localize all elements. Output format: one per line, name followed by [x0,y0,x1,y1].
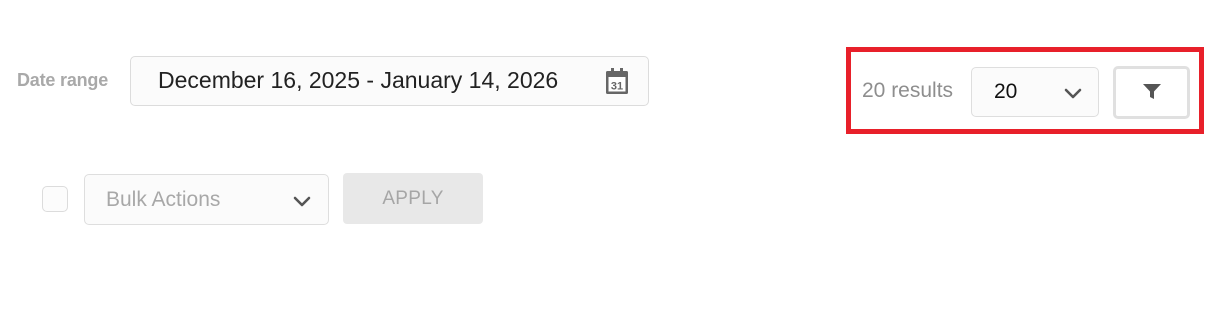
per-page-select[interactable]: 20 [971,67,1099,117]
per-page-value: 20 [994,80,1018,103]
date-range-picker[interactable]: December 16, 2025 - January 14, 2026 31 [130,56,649,106]
select-all-checkbox[interactable] [42,186,68,212]
date-range-label: Date range [17,70,109,90]
calendar-icon: 31 [606,68,628,94]
chevron-down-icon [1064,88,1082,99]
bulk-actions-placeholder: Bulk Actions [106,188,221,211]
funnel-icon [1143,84,1161,99]
results-count: 20 results [862,79,954,102]
filter-button[interactable] [1113,66,1190,119]
chevron-down-icon [293,196,311,207]
apply-button[interactable]: APPLY [343,173,483,224]
calendar-day-number: 31 [611,81,623,93]
bulk-actions-select[interactable]: Bulk Actions [84,174,329,225]
list-toolbar: Date range December 16, 2025 - January 1… [0,0,1220,311]
date-range-value: December 16, 2025 - January 14, 2026 [158,67,559,93]
